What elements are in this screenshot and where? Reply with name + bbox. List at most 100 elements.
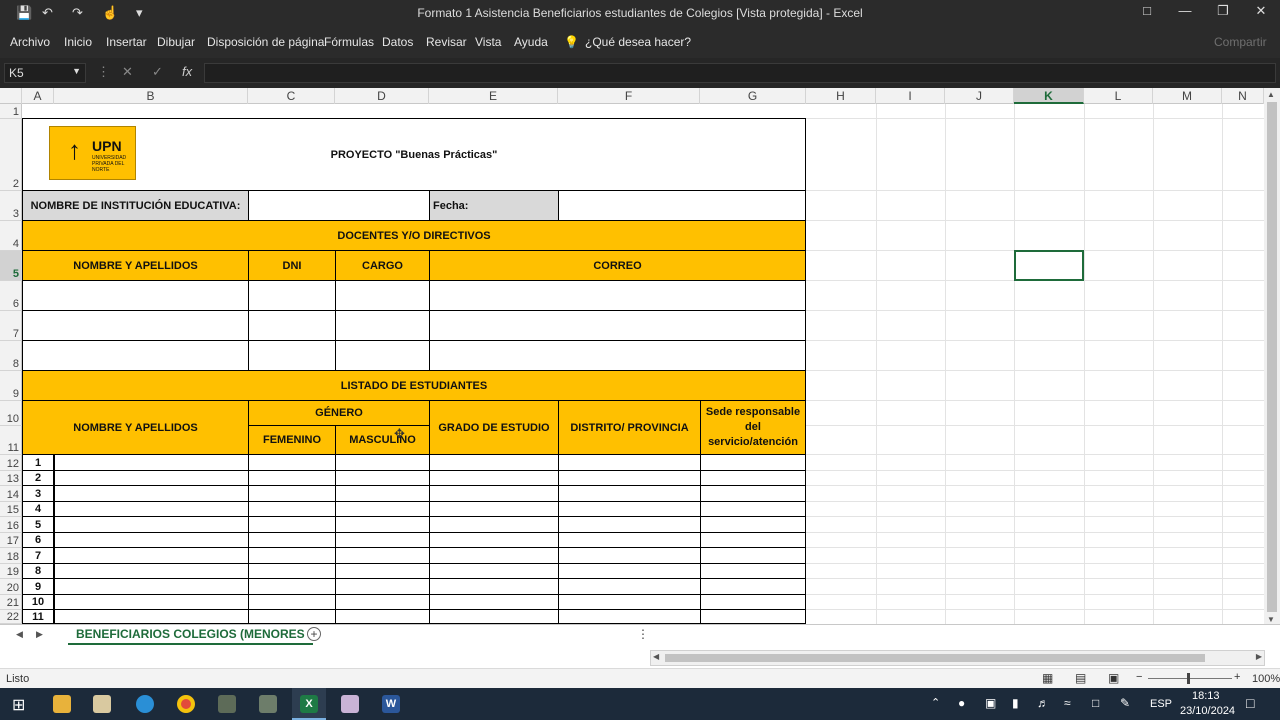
- student-cell[interactable]: [335, 501, 430, 517]
- student-cell[interactable]: [700, 563, 806, 579]
- row-header[interactable]: 21: [0, 595, 22, 610]
- teacher-cell[interactable]: [335, 340, 430, 371]
- language-indicator[interactable]: ESP: [1150, 698, 1172, 710]
- scroll-left-icon[interactable]: ◀: [653, 652, 659, 661]
- photos-app-icon[interactable]: [93, 695, 111, 713]
- teacher-cell[interactable]: [429, 280, 806, 311]
- tab-revisar[interactable]: Revisar: [426, 35, 467, 49]
- column-header[interactable]: G: [700, 88, 806, 104]
- student-cell[interactable]: [700, 532, 806, 548]
- tab-inicio[interactable]: Inicio: [64, 35, 92, 49]
- student-cell[interactable]: [429, 516, 559, 533]
- row-header[interactable]: 16: [0, 517, 22, 533]
- row-header[interactable]: 11: [0, 426, 22, 455]
- tab-dibujar[interactable]: Dibujar: [157, 35, 195, 49]
- zoom-slider-thumb[interactable]: [1187, 673, 1190, 684]
- clock-date[interactable]: 23/10/2024: [1180, 705, 1235, 717]
- add-sheet-icon[interactable]: +: [307, 627, 321, 641]
- student-cell[interactable]: [335, 563, 430, 579]
- row-header[interactable]: 8: [0, 341, 22, 371]
- maximize-button[interactable]: ❐: [1208, 3, 1238, 23]
- tab-datos[interactable]: Datos: [382, 35, 413, 49]
- row-header[interactable]: 17: [0, 533, 22, 548]
- row-header[interactable]: 20: [0, 579, 22, 595]
- column-header[interactable]: M: [1153, 88, 1222, 104]
- app-icon[interactable]: [218, 695, 236, 713]
- file-explorer-icon[interactable]: [53, 695, 71, 713]
- student-cell[interactable]: [54, 532, 249, 548]
- student-cell[interactable]: [558, 532, 701, 548]
- column-header[interactable]: C: [248, 88, 335, 104]
- page-break-icon[interactable]: ▣: [1108, 671, 1119, 685]
- row-header[interactable]: 7: [0, 311, 22, 341]
- column-header[interactable]: D: [335, 88, 429, 104]
- student-cell[interactable]: [335, 516, 430, 533]
- column-header[interactable]: J: [945, 88, 1014, 104]
- tray-expand-icon[interactable]: ⌃: [931, 696, 940, 709]
- teacher-cell[interactable]: [335, 280, 430, 311]
- student-cell[interactable]: [558, 470, 701, 486]
- student-cell[interactable]: [248, 532, 336, 548]
- student-cell[interactable]: [429, 609, 559, 624]
- tab-ayuda[interactable]: Ayuda: [514, 35, 548, 49]
- column-header[interactable]: A: [22, 88, 54, 104]
- page-layout-icon[interactable]: ▤: [1075, 671, 1086, 685]
- windows-start-icon[interactable]: ⊞: [12, 695, 25, 715]
- scroll-up-icon[interactable]: ▲: [1267, 90, 1275, 99]
- student-cell[interactable]: [429, 547, 559, 564]
- formula-input[interactable]: [204, 63, 1276, 83]
- row-header[interactable]: 1: [0, 104, 22, 119]
- student-cell[interactable]: [54, 578, 249, 595]
- student-cell[interactable]: [248, 485, 336, 502]
- prev-sheet-icon[interactable]: ◀: [16, 629, 23, 640]
- student-cell[interactable]: [558, 516, 701, 533]
- student-cell[interactable]: [335, 485, 430, 502]
- column-header-selected[interactable]: K: [1014, 88, 1084, 104]
- worksheet-grid[interactable]: ↑ UPN UNIVERSIDAD PRIVADA DEL NORTE PROY…: [22, 104, 1264, 624]
- battery-icon[interactable]: ▮: [1012, 696, 1019, 710]
- row-header[interactable]: 6: [0, 281, 22, 311]
- row-header[interactable]: 19: [0, 564, 22, 579]
- student-cell[interactable]: [54, 609, 249, 624]
- tab-split-handle-icon[interactable]: ⋮: [637, 627, 649, 641]
- student-cell[interactable]: [335, 594, 430, 610]
- student-cell[interactable]: [248, 547, 336, 564]
- teacher-cell[interactable]: [248, 310, 336, 341]
- student-cell[interactable]: [700, 501, 806, 517]
- tab-vista[interactable]: Vista: [475, 35, 501, 49]
- student-cell[interactable]: [700, 516, 806, 533]
- student-cell[interactable]: [335, 454, 430, 471]
- normal-view-icon[interactable]: ▦: [1042, 671, 1053, 685]
- student-cell[interactable]: [429, 532, 559, 548]
- horizontal-scroll-thumb[interactable]: [665, 654, 1205, 662]
- tab-formulas[interactable]: Fórmulas: [324, 35, 374, 49]
- row-header[interactable]: 15: [0, 502, 22, 517]
- student-cell[interactable]: [54, 485, 249, 502]
- student-cell[interactable]: [429, 594, 559, 610]
- row-header[interactable]: 3: [0, 191, 22, 221]
- select-all-corner[interactable]: [0, 88, 22, 104]
- student-cell[interactable]: [700, 470, 806, 486]
- column-header[interactable]: H: [806, 88, 876, 104]
- student-cell[interactable]: [248, 516, 336, 533]
- row-header[interactable]: 18: [0, 548, 22, 564]
- edge-browser-icon[interactable]: [136, 695, 154, 713]
- student-cell[interactable]: [54, 454, 249, 471]
- student-cell[interactable]: [335, 470, 430, 486]
- student-cell[interactable]: [558, 594, 701, 610]
- tell-me-search[interactable]: ¿Qué desea hacer?: [585, 35, 691, 49]
- tray-app-icon[interactable]: ▣: [985, 696, 996, 710]
- zoom-slider[interactable]: [1148, 678, 1232, 679]
- tab-archivo[interactable]: Archivo: [10, 35, 50, 49]
- enter-icon[interactable]: ✓: [152, 64, 163, 80]
- teacher-cell[interactable]: [22, 310, 249, 341]
- vertical-scroll-thumb[interactable]: [1267, 102, 1277, 612]
- student-cell[interactable]: [54, 594, 249, 610]
- student-cell[interactable]: [429, 563, 559, 579]
- mic-icon[interactable]: ●: [958, 696, 965, 710]
- student-cell[interactable]: [558, 609, 701, 624]
- app-icon[interactable]: [259, 695, 277, 713]
- column-header[interactable]: N: [1222, 88, 1264, 104]
- teacher-cell[interactable]: [429, 310, 806, 341]
- zoom-out-icon[interactable]: −: [1136, 671, 1142, 683]
